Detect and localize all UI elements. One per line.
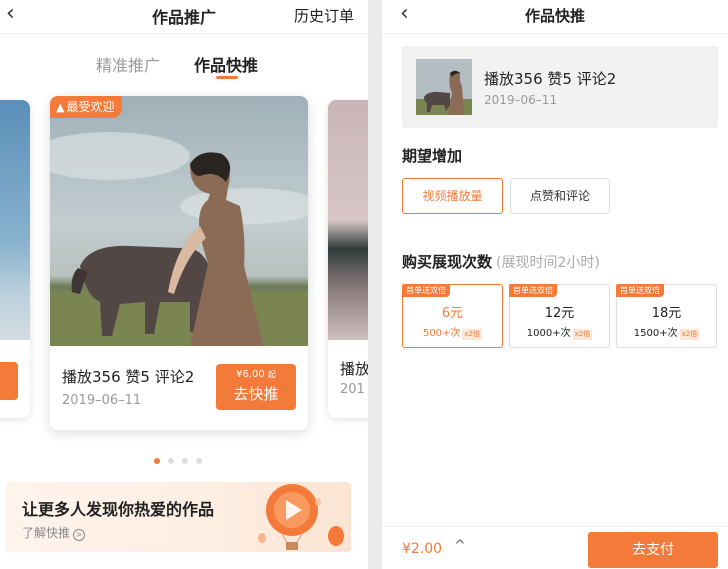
first-order-double-tag: 首单送双倍 [402, 284, 450, 297]
carousel-dot[interactable] [154, 458, 160, 464]
card-cover-image [50, 96, 308, 346]
promote-button-fragment[interactable] [0, 362, 18, 400]
button-label: 去快推 [233, 385, 279, 403]
history-orders-link[interactable]: 历史订单 [294, 5, 354, 26]
tab-precise-promotion[interactable]: 精准推广 [96, 52, 160, 76]
fire-icon: ▲ [56, 101, 65, 114]
package-option-12[interactable]: 首单送双倍 12元 1000+次 x2倍 [509, 284, 610, 348]
first-order-double-tag: 首单送双倍 [509, 284, 557, 297]
multiplier-badge: x2倍 [572, 329, 593, 340]
quick-promotion-screen: ‹ 作品快推 播放356 赞5 评论2 2019–06–11 期望增加 视频播放… [382, 0, 728, 569]
nav-bar: ‹ 作品推广 历史订单 [0, 0, 368, 34]
display-duration-hint: (展现时间2小时) [496, 255, 600, 271]
learn-more-label: 了解快推 [22, 526, 71, 540]
promo-banner[interactable]: 让更多人发现你热爱的作品 了解快推 > [6, 482, 351, 552]
section-label: 购买展现次数 [402, 253, 493, 271]
work-stats-fragment: 播放 [340, 360, 368, 378]
page-title: 作品快推 [524, 7, 585, 25]
tab-quick-promotion[interactable]: 作品快推 [194, 52, 258, 76]
impression-count: 1500+次 [633, 328, 678, 339]
chevron-up-icon[interactable]: ^ [454, 538, 466, 554]
package-price: 12元 [544, 306, 575, 321]
tab-bar: 精准推广 作品快推 [0, 50, 368, 80]
expect-increase-title: 期望增加 [402, 147, 463, 165]
first-order-double-tag: 首单送双倍 [616, 284, 664, 297]
option-likes-comments[interactable]: 点赞和评论 [510, 178, 610, 214]
purchase-impressions-title: 购买展现次数 (展现时间2小时) [402, 251, 600, 272]
active-tab-indicator [216, 76, 238, 79]
carousel-dot[interactable] [182, 458, 188, 464]
carousel-dot[interactable] [168, 458, 174, 464]
package-option-6[interactable]: 首单送双倍 6元 500+次 x2倍 [402, 284, 503, 348]
work-date: 2019–06–11 [62, 393, 142, 408]
carousel-card-next[interactable]: 播放 201 [328, 100, 368, 418]
promotion-screen: ‹ 作品推广 历史订单 精准推广 作品快推 ▲ 最受欢迎 播放356 赞5 评论… [0, 0, 368, 569]
package-price: 6元 [441, 306, 464, 321]
total-price: ¥2.00 [402, 541, 443, 557]
carousel-card-active[interactable]: ▲ 最受欢迎 播放356 赞5 评论2 2019–06–11 ¥6.00 起 去快… [50, 96, 308, 430]
package-count: 1000+次 x2倍 [510, 324, 609, 340]
option-video-views[interactable]: 视频播放量 [402, 178, 503, 214]
hot-air-balloon-illustration [258, 484, 344, 550]
impression-count: 500+次 [422, 328, 461, 339]
carousel-indicator [154, 449, 210, 464]
banner-headline: 让更多人发现你热爱的作品 [22, 500, 215, 519]
nav-bar: ‹ 作品快推 [382, 0, 728, 34]
checkout-bar: ¥2.00 ^ 去支付 [382, 526, 728, 569]
selected-work-summary: 播放356 赞5 评论2 2019–06–11 [402, 46, 718, 128]
most-popular-badge: ▲ 最受欢迎 [50, 96, 123, 118]
package-count: 1500+次 x2倍 [617, 324, 716, 340]
work-stats: 播放356 赞5 评论2 [62, 368, 195, 386]
price-suffix: 起 [267, 370, 276, 379]
multiplier-badge: x2倍 [462, 329, 483, 340]
screenshot-stage: ‹ 作品推广 历史订单 精准推广 作品快推 ▲ 最受欢迎 播放356 赞5 评论… [0, 0, 728, 569]
card-info: 播放356 赞5 评论2 2019–06–11 [62, 366, 194, 408]
work-thumbnail [416, 59, 472, 115]
carousel-dot[interactable] [196, 458, 202, 464]
pay-button[interactable]: 去支付 [588, 532, 718, 568]
impression-count: 1000+次 [526, 328, 571, 339]
price-label: ¥6.00 起 [216, 369, 296, 381]
work-stats: 播放356 赞5 评论2 [484, 70, 617, 88]
work-date: 2019–06–11 [484, 93, 558, 107]
package-option-18[interactable]: 首单送双倍 18元 1500+次 x2倍 [616, 284, 717, 348]
package-count: 500+次 x2倍 [403, 324, 502, 340]
chevron-right-icon: > [73, 529, 86, 541]
work-date-fragment: 201 [340, 382, 365, 397]
carousel-card-previous[interactable] [0, 100, 30, 418]
card-cover-image [328, 100, 368, 340]
multiplier-badge: x2倍 [679, 329, 700, 340]
price-value: ¥6.00 [236, 369, 265, 380]
package-price: 18元 [651, 306, 682, 321]
badge-label: 最受欢迎 [66, 100, 115, 114]
learn-more-link[interactable]: 了解快推 > [22, 524, 86, 541]
quick-promote-button[interactable]: ¥6.00 起 去快推 [216, 364, 296, 410]
card-cover-image [0, 100, 30, 340]
